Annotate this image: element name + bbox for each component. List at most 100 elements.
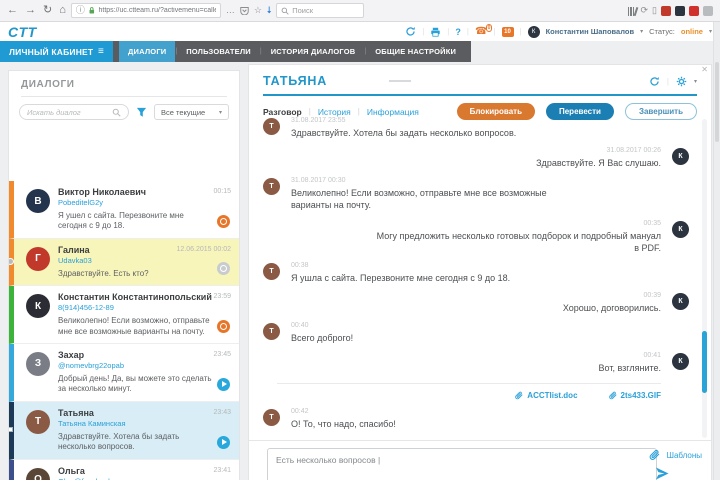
operator-avatar: К — [672, 353, 689, 371]
chats-counter-icon[interactable]: 10 — [501, 26, 514, 37]
dialog-handle-link[interactable]: 8(914)456-12-89 — [58, 303, 213, 312]
help-icon[interactable]: ? — [455, 27, 461, 37]
close-icon[interactable]: ✕ — [701, 65, 708, 74]
channel-icon — [217, 319, 230, 333]
dialog-name: Татьяна — [58, 407, 94, 418]
tab-conversation[interactable]: Разговор — [263, 107, 302, 117]
extension-icon-red2[interactable] — [689, 5, 699, 16]
chat-message: Т К 31.08.2017 00:30 Великолепно! Если в… — [263, 177, 689, 211]
chat-scrollbar-thumb[interactable] — [702, 331, 707, 393]
attach-icon[interactable] — [648, 449, 660, 461]
dialog-handle-link[interactable]: Olga@facebookgr — [58, 477, 213, 480]
home-button[interactable]: ⌂ — [59, 5, 66, 16]
channel-icon — [217, 262, 230, 276]
dialog-list: В Виктор Николаевич PobeditelG2y Я ушел … — [9, 181, 239, 480]
personal-cabinet-button[interactable]: ЛИЧНЫЙ КАБИНЕТ ≡ — [0, 41, 113, 62]
burger-menu-icon[interactable]: ≡ — [98, 46, 104, 57]
dialogs-panel: ДИАЛОГИ Искать диалог Все текущие ▾ В Ви… — [8, 70, 240, 480]
forward-button[interactable]: → — [25, 5, 36, 16]
customer-avatar: Т — [263, 118, 280, 135]
bookmark-star-icon[interactable]: ☆ — [254, 6, 262, 15]
chat-message: Т К 00:39 Хорошо, договорились. — [263, 292, 689, 314]
templates-link[interactable]: Шаблоны — [667, 451, 702, 460]
page-actions-icon[interactable]: … — [226, 6, 235, 15]
dialog-search-input[interactable]: Искать диалог — [19, 104, 129, 120]
chat-scrollbar[interactable] — [702, 119, 707, 438]
user-name[interactable]: Константин Шаповалов — [546, 27, 635, 36]
pocket-icon[interactable] — [240, 6, 249, 15]
dialog-handle-link[interactable]: PobeditelG2y — [58, 198, 213, 207]
nav-row: ЛИЧНЫЙ КАБИНЕТ ≡ ДИАЛОГИ | ПОЛЬЗОВАТЕЛИ | ИС… — [0, 41, 720, 62]
menu-item[interactable]: ПОЛЬЗОВАТЕЛИ — [177, 41, 260, 62]
message-timestamp: 00:40 — [291, 322, 309, 330]
site-info-icon[interactable]: ⓘ — [76, 6, 85, 15]
gear-caret-icon[interactable]: ▾ — [694, 78, 697, 85]
menu-item[interactable]: ДИАЛОГИ — [119, 41, 176, 62]
channel-icon — [217, 435, 230, 449]
refresh-icon[interactable] — [405, 26, 416, 37]
dialog-list-item[interactable]: О Ольга Olga@facebookgr Есть пара идей, … — [9, 459, 239, 480]
library-icon[interactable] — [627, 6, 638, 16]
status-value[interactable]: online — [681, 27, 703, 36]
chat-message: Т К 00:35 Могу предложить несколько гото… — [263, 220, 689, 254]
filter-icon[interactable] — [136, 107, 147, 118]
sidebar-toggle-icon[interactable]: ▯ — [652, 6, 657, 15]
reload-button[interactable]: ↻ — [43, 5, 52, 16]
browser-search[interactable]: Поиск — [276, 3, 365, 18]
print-icon[interactable] — [430, 27, 441, 37]
channel-icon — [217, 377, 230, 391]
status-caret-icon[interactable]: ▾ — [709, 28, 712, 35]
user-menu-caret-icon[interactable]: ▾ — [640, 28, 643, 35]
download-icon[interactable]: ⭣ — [267, 6, 271, 15]
avatar: Т — [26, 409, 50, 434]
dialog-time: 00:15 — [213, 188, 231, 195]
dialog-filter-value: Все текущие — [161, 107, 206, 117]
send-icon[interactable] — [655, 467, 669, 480]
dialog-list-item[interactable]: З Захар @nomevbrg22opab Добрый день! Да,… — [9, 343, 239, 402]
attachment-link[interactable]: ACCTlist.doc — [514, 391, 578, 400]
tab-history[interactable]: История — [318, 107, 351, 117]
message-area: Т К 31.08.2017 23:55 Здравствуйте. Хотел… — [263, 117, 689, 442]
message-text: Всего доброго! — [291, 333, 354, 344]
dialog-search-placeholder: Искать диалог — [27, 107, 81, 117]
tab-information[interactable]: Информация — [367, 107, 419, 117]
dialog-list-item[interactable]: В Виктор Николаевич PobeditelG2y Я ушел … — [9, 181, 239, 239]
dialog-handle-link[interactable]: Татьяна Каминская — [58, 419, 213, 428]
url-bar[interactable]: ⓘ https://uc.ctteam.ru/?activemenu=calle… — [70, 3, 221, 18]
refresh-chat-icon[interactable] — [649, 76, 660, 87]
app-header: CTT | | ? | ☎ 0 | 10 | К Константин Шапов… — [0, 22, 720, 41]
message-timestamp: 31.08.2017 23:55 — [291, 117, 346, 124]
dialog-handle-link[interactable]: Udavka03 — [58, 256, 213, 265]
window-scrollbar-thumb[interactable] — [715, 62, 719, 142]
chat-message: Т К 31.08.2017 23:55 Здравствуйте. Хотел… — [263, 117, 689, 139]
back-button[interactable]: ← — [7, 5, 18, 16]
window-scrollbar[interactable] — [713, 22, 720, 480]
menu-item-label: ОБЩИЕ НАСТРОЙКИ — [375, 47, 457, 56]
dialog-list-item[interactable]: К Константин Константинопольский 8(914)4… — [9, 286, 239, 344]
menu-icon[interactable] — [703, 5, 713, 16]
dialog-name: Константин Константинопольский — [58, 292, 212, 303]
paperclip-icon — [608, 392, 616, 400]
dialog-filter-select[interactable]: Все текущие ▾ — [154, 104, 229, 120]
message-input[interactable]: Есть несколько вопросов | — [267, 448, 657, 480]
avatar: В — [26, 189, 50, 213]
extension-icon-dark[interactable] — [675, 5, 685, 16]
calls-icon[interactable]: ☎ 0 — [475, 23, 493, 37]
message-text: Здравствуйте. Хотела бы задать несколько… — [291, 128, 517, 138]
extension-icon-red[interactable] — [661, 5, 671, 16]
browser-toolbar: ← → ↻ ⌂ ⓘ https://uc.ctteam.ru/?activeme… — [0, 0, 720, 22]
dialog-list-item[interactable]: Г Галина Udavka03 Здравствуйте. Есть кто… — [9, 238, 239, 287]
sync-tabs-icon[interactable]: ⟳ — [641, 6, 649, 15]
dialog-list-item[interactable]: Т Татьяна Татьяна Каминская Здравствуйте… — [9, 401, 239, 460]
app-window: ← → ↻ ⌂ ⓘ https://uc.ctteam.ru/?activeme… — [0, 0, 720, 480]
menu-item[interactable]: ОБЩИЕ НАСТРОЙКИ — [366, 41, 465, 62]
dialog-time: 23:41 — [213, 466, 231, 474]
personal-cabinet-label: ЛИЧНЫЙ КАБИНЕТ — [9, 46, 94, 57]
composer: Есть несколько вопросов | Шаблоны — [249, 440, 711, 480]
message-text: Здравствуйте. Я Вас слушаю. — [536, 158, 661, 169]
attachment-link[interactable]: 2ts433.GIF — [608, 391, 661, 400]
dialog-handle-link[interactable]: @nomevbrg22opab — [58, 361, 213, 370]
gear-icon[interactable] — [676, 76, 687, 87]
attachment-name: 2ts433.GIF — [620, 391, 661, 401]
menu-item[interactable]: ИСТОРИЯ ДИАЛОГОВ — [262, 41, 365, 62]
